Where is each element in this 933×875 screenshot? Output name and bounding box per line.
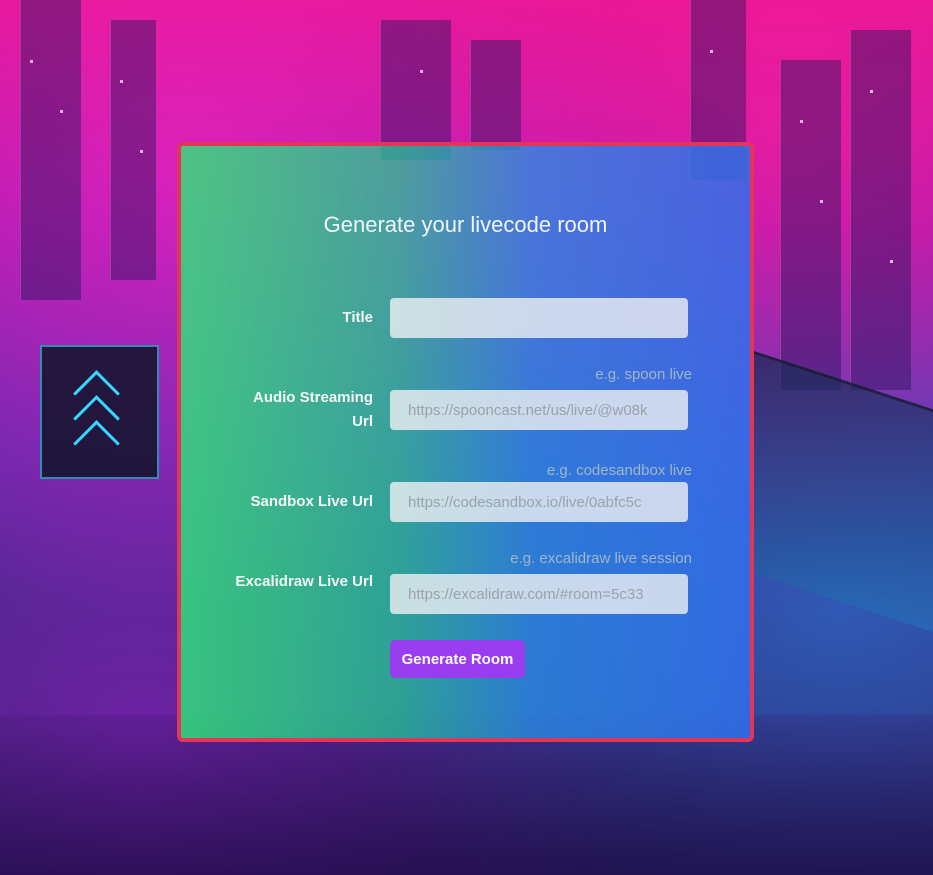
excalidraw-url-label: Excalidraw Live Url [235, 573, 373, 590]
generate-room-button[interactable]: Generate Room [390, 640, 525, 678]
title-label: Title [342, 309, 373, 326]
excalidraw-url-input[interactable] [390, 574, 688, 614]
audio-url-hint: e.g. spoon live [595, 366, 692, 383]
page-title: Generate your livecode room [323, 212, 608, 237]
room-form-panel: Generate your livecode room Title e.g. s… [177, 142, 754, 742]
audio-url-label: Audio Streaming Url [252, 389, 373, 430]
title-input[interactable] [390, 298, 688, 338]
sandbox-url-hint: e.g. codesandbox live [546, 462, 692, 479]
sandbox-url-input[interactable] [390, 482, 688, 522]
excalidraw-url-hint: e.g. excalidraw live session [510, 550, 692, 567]
sandbox-url-label: Sandbox Live Url [250, 493, 373, 510]
audio-url-input[interactable] [390, 390, 688, 430]
